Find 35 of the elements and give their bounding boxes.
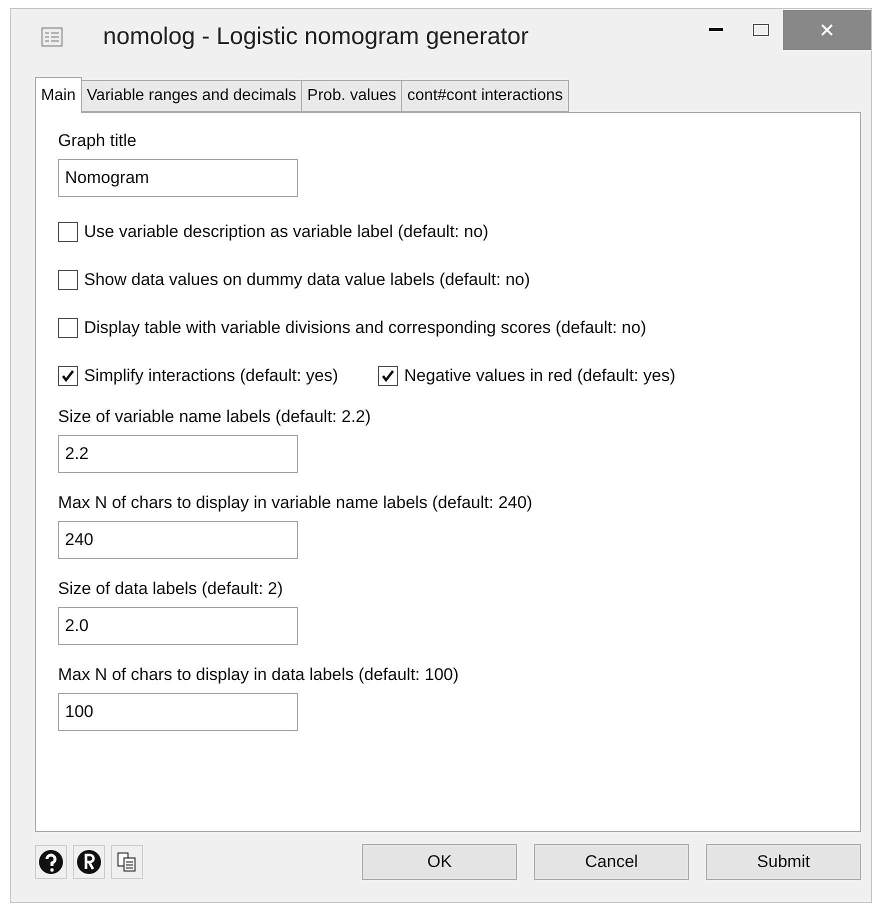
field-label: Size of data labels (default: 2) xyxy=(58,579,284,599)
help-icon[interactable] xyxy=(35,845,67,879)
checkbox[interactable] xyxy=(58,222,78,242)
input-field[interactable]: Nomogram xyxy=(58,159,298,197)
input-field[interactable]: 2.2 xyxy=(58,435,298,473)
dialog-button[interactable]: Cancel xyxy=(534,844,689,880)
input-field[interactable]: 2.0 xyxy=(58,607,298,645)
checkbox[interactable] xyxy=(58,318,78,338)
input-field[interactable]: 240 xyxy=(58,521,298,559)
copy-icon[interactable] xyxy=(111,845,143,879)
minimize-icon xyxy=(708,28,722,32)
field-label: Max N of chars to display in variable name labels (default: 240) xyxy=(58,493,534,513)
checkbox-label: Simplify interactions (default: yes) xyxy=(84,366,338,386)
field-label: Max N of chars to display in data labels (default: 100) xyxy=(58,665,460,685)
checkbox-label: Display table with variable divisions and corresponding scores (default: no) xyxy=(84,318,646,338)
window-title: nomolog - Logistic nomogram generator xyxy=(103,22,530,50)
checkbox[interactable] xyxy=(58,366,78,386)
close-icon xyxy=(820,22,834,36)
field-label: Graph title xyxy=(58,131,138,151)
dialog-button[interactable]: OK xyxy=(362,844,517,880)
tab[interactable]: cont#cont interactions xyxy=(401,80,569,112)
checkbox[interactable] xyxy=(58,270,78,290)
field-label: Size of variable name labels (default: 2.2) xyxy=(58,407,372,427)
checkbox-label: Negative values in red (default: yes) xyxy=(404,366,676,386)
window-icon xyxy=(41,26,63,46)
checkbox-label: Use variable description as variable label (default: no) xyxy=(84,222,488,242)
close-button[interactable] xyxy=(783,10,871,50)
tab[interactable]: Variable ranges and decimals xyxy=(80,80,302,112)
dialog-button[interactable]: Submit xyxy=(706,844,861,880)
tab[interactable]: Main xyxy=(35,77,82,113)
checkbox-label: Show data values on dummy data value labels (default: no) xyxy=(84,270,530,290)
maximize-icon xyxy=(752,24,768,36)
checkbox[interactable] xyxy=(378,366,398,386)
tab[interactable]: Prob. values xyxy=(301,80,402,112)
input-field[interactable]: 100 xyxy=(58,693,298,731)
